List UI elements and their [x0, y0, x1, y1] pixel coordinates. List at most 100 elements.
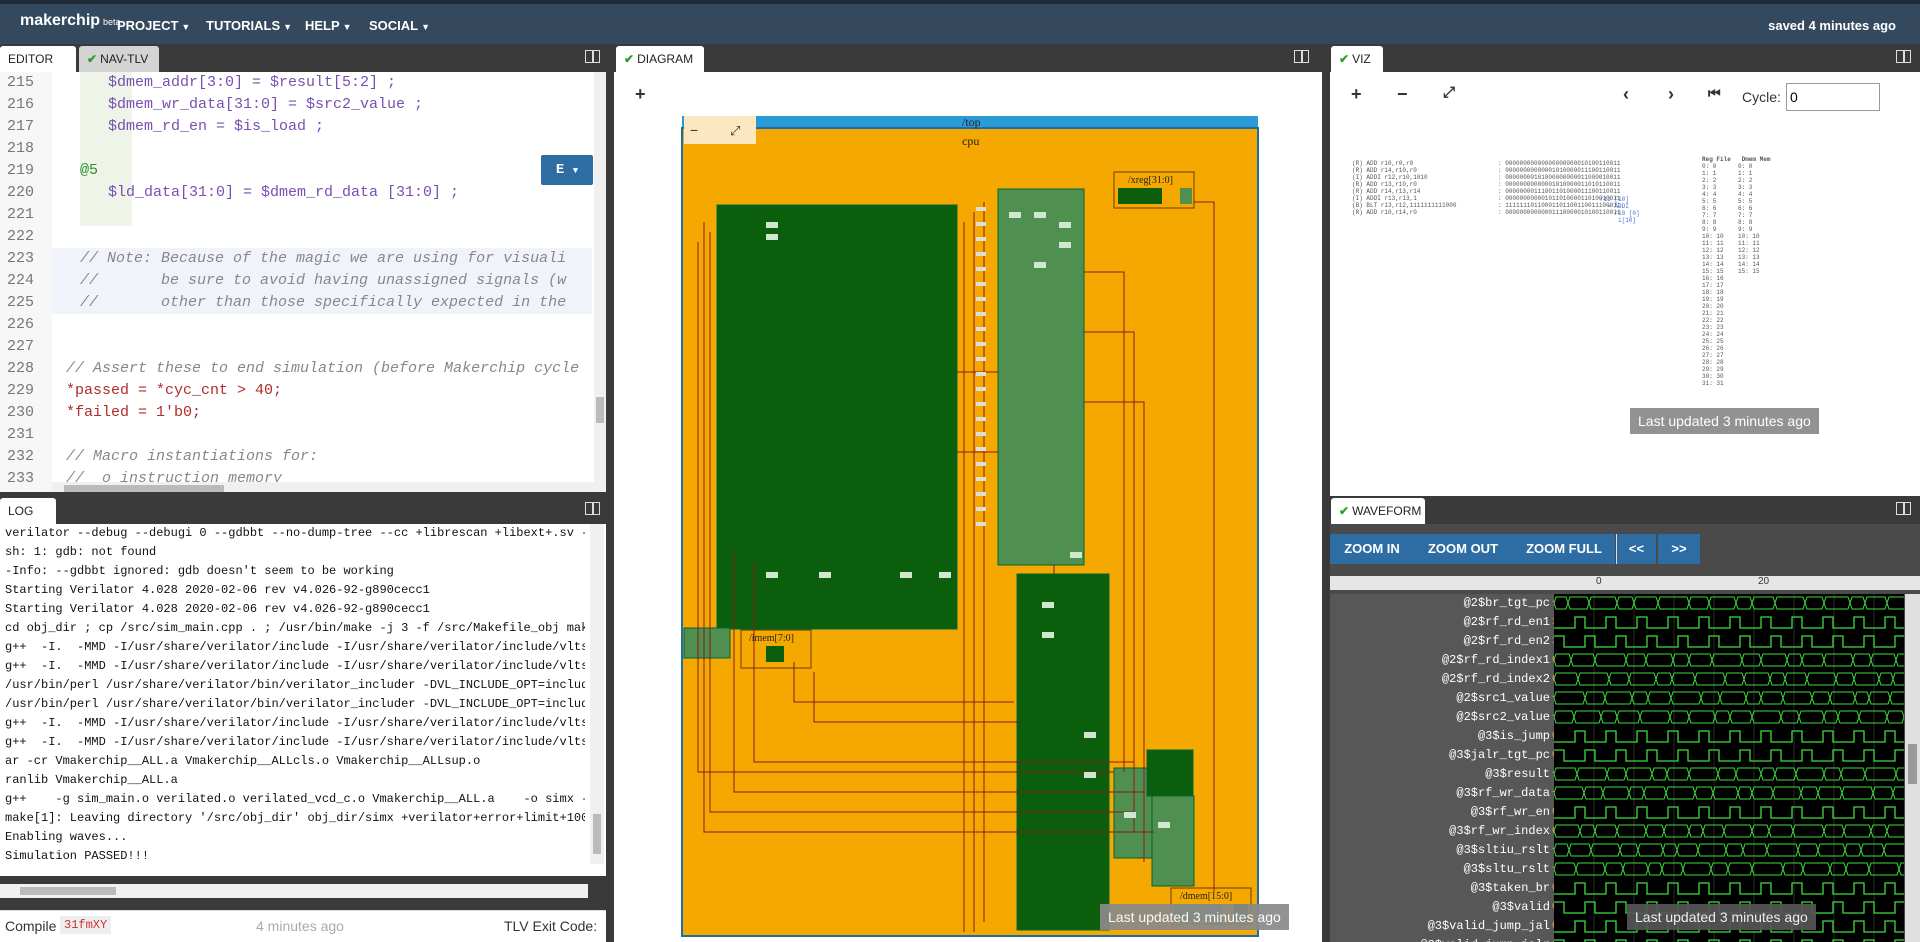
menu-help[interactable]: HELP ▼ [305, 18, 352, 33]
code-line[interactable]: 232 // Macro instantiations for: [0, 446, 590, 468]
signal-name[interactable]: @2$rf_rd_en2 [1330, 632, 1550, 651]
signal-name[interactable]: @2$src2_value [1330, 708, 1550, 727]
menu-tutorials[interactable]: TUTORIALS ▼ [206, 18, 292, 33]
log-output[interactable]: verilator --debug --debugi 0 --gdbbt --n… [0, 524, 606, 898]
log-horizontal-scrollbar[interactable] [0, 884, 588, 898]
first-cycle-icon[interactable]: ⏮ [1708, 85, 1721, 102]
waveform-viewer[interactable]: ZOOM IN ZOOM OUT ZOOM FULL << >> 0 20 @2… [1330, 524, 1920, 942]
code-line[interactable]: 216 $dmem_wr_data[31:0] = $src2_value ; [0, 94, 590, 116]
code-line[interactable]: 231 [0, 424, 590, 446]
signal-name[interactable]: @3$taken_br [1330, 879, 1550, 898]
code-line[interactable]: 217 $dmem_rd_en = $is_load ; [0, 116, 590, 138]
maximize-icon[interactable] [585, 502, 600, 515]
bit-trace [1554, 730, 1904, 743]
bus-trace [1554, 767, 1904, 781]
signal-name[interactable]: @3$jalr_tgt_pc [1330, 746, 1550, 765]
line-text: // Macro instantiations for: [66, 448, 319, 465]
log-vertical-scrollbar[interactable] [590, 524, 604, 864]
horizontal-scrollbar[interactable] [52, 482, 594, 492]
register-row: 9: 9 9: 9 [1702, 226, 1753, 233]
menu-social[interactable]: SOCIAL ▼ [369, 18, 430, 33]
tab-editor[interactable]: EDITOR [0, 46, 76, 72]
signal-name[interactable]: @3$rf_wr_index [1330, 822, 1550, 841]
signal-name[interactable]: @3$sltu_rslt [1330, 860, 1550, 879]
cycle-input[interactable]: 0 [1786, 83, 1880, 111]
compile-time: 4 minutes ago [256, 918, 344, 934]
prev-cycle-icon[interactable]: ‹ [1623, 84, 1629, 105]
zoom-in-button[interactable]: ZOOM IN [1332, 534, 1412, 564]
code-line[interactable]: 226 [0, 314, 590, 336]
signal-name[interactable]: @3$result [1330, 765, 1550, 784]
maximize-icon[interactable] [1896, 502, 1911, 515]
register-row: 25: 25 [1702, 338, 1739, 345]
makerchip-logo[interactable]: makerchip beta [20, 12, 121, 38]
signal-name[interactable]: @2$br_tgt_pc [1330, 594, 1550, 613]
signal-name[interactable]: @2$rf_rd_index2 [1330, 670, 1550, 689]
tab-log[interactable]: LOG [0, 498, 56, 524]
signal-name[interactable]: @3$sltiu_rslt [1330, 841, 1550, 860]
line-number: 217 [6, 118, 34, 135]
signal-name[interactable]: @3$valid_jump_jalr [1330, 936, 1550, 942]
signal-name[interactable]: @3$valid [1330, 898, 1550, 917]
tab-nav-tlv[interactable]: ✔ NAV-TLV [79, 46, 159, 72]
e-dropdown-button[interactable]: E ▼ [541, 155, 593, 185]
log-line: g++ -I. -MMD -I/usr/share/verilator/incl… [5, 640, 585, 654]
register-row: 5: 5 5: 5 [1702, 198, 1753, 205]
maximize-icon[interactable] [1896, 50, 1911, 63]
register-row: 21: 21 [1702, 310, 1739, 317]
code-line[interactable]: 222 [0, 226, 590, 248]
check-icon: ✔ [1339, 52, 1350, 66]
line-number: 221 [6, 206, 34, 223]
signal-name[interactable]: @2$src1_value [1330, 689, 1550, 708]
zoom-full-button[interactable]: ZOOM FULL [1516, 534, 1612, 564]
code-line[interactable]: 225 // other than those specifically expe… [0, 292, 590, 314]
zoom-in-icon[interactable]: + [1351, 84, 1362, 105]
maximize-icon[interactable] [1294, 50, 1309, 63]
compile-id[interactable]: 31fmXY [60, 916, 112, 934]
instruction-line: (R) ADD r14,r13,r14 [1352, 188, 1421, 195]
register-row: 26: 26 [1702, 345, 1739, 352]
log-line: /usr/bin/perl /usr/share/verilator/bin/v… [5, 678, 585, 692]
tab-waveform[interactable]: ✔ WAVEFORM [1331, 498, 1425, 524]
bit-trace [1554, 749, 1904, 762]
signal-name[interactable]: @3$is_jump [1330, 727, 1550, 746]
log-line: g++ -I. -MMD -I/usr/share/verilator/incl… [5, 716, 585, 730]
zoom-out-icon[interactable]: − [1397, 84, 1408, 105]
code-line[interactable]: 219 @5 [0, 160, 590, 182]
code-line[interactable]: 221 [0, 204, 590, 226]
code-line[interactable]: 224 // be sure to avoid having unassigned… [0, 270, 590, 292]
prev-button[interactable]: << [1616, 534, 1656, 564]
log-line: g++ -I. -MMD -I/usr/share/verilator/incl… [5, 659, 585, 673]
tab-diagram[interactable]: ✔ DIAGRAM [616, 46, 704, 72]
log-line: Enabling waves... [5, 830, 128, 844]
waveform-scrollbar[interactable] [1905, 594, 1920, 942]
next-cycle-icon[interactable]: › [1668, 84, 1674, 105]
vertical-scrollbar[interactable] [594, 72, 606, 492]
code-line[interactable]: 228 // Assert these to end simulation (be… [0, 358, 590, 380]
fit-icon[interactable]: ⤢ [1443, 84, 1455, 101]
xreg-label: /xreg[31:0] [1128, 175, 1173, 186]
zoom-out-button[interactable]: ZOOM OUT [1416, 534, 1510, 564]
instruction-line: (R) ADD r10,r0,r0 [1352, 160, 1414, 167]
code-line[interactable]: 227 [0, 336, 590, 358]
log-line: make[1]: Leaving directory '/src/obj_dir… [5, 811, 585, 825]
next-button[interactable]: >> [1658, 534, 1700, 564]
signal-name[interactable]: @3$rf_wr_en [1330, 803, 1550, 822]
caret-down-icon: ▼ [181, 22, 191, 32]
code-line[interactable]: 215 $dmem_addr[3:0] = $result[5:2] ; [0, 72, 590, 94]
signal-name[interactable]: @3$valid_jump_jal [1330, 917, 1550, 936]
maximize-icon[interactable] [585, 50, 600, 63]
signal-name[interactable]: @3$rf_wr_data [1330, 784, 1550, 803]
menu-project[interactable]: PROJECT ▼ [117, 18, 190, 33]
tab-viz[interactable]: ✔ VIZ [1331, 46, 1383, 72]
code-line[interactable]: 223 // Note: Because of the magic we are … [0, 248, 590, 270]
code-line[interactable]: 230 *failed = 1'b0; [0, 402, 590, 424]
signal-name[interactable]: @2$rf_rd_en1 [1330, 613, 1550, 632]
code-line[interactable]: 229 *passed = *cyc_cnt > 40; [0, 380, 590, 402]
viz-canvas[interactable]: + − ⤢ ‹ › ⏮ Cycle: 0 (R) ADD r10,r0,r0 (R… [1330, 72, 1920, 496]
code-line[interactable]: 218 [0, 138, 590, 160]
signal-name[interactable]: @2$rf_rd_index1 [1330, 651, 1550, 670]
code-line[interactable]: 220 $ld_data[31:0] = $dmem_rd_data [31:0]… [0, 182, 590, 204]
code-editor[interactable]: 215 $dmem_addr[3:0] = $result[5:2] ; 216 $d… [0, 72, 606, 492]
diagram-canvas[interactable]: + − ⤢ /top cpu /xreg[31:0] /imem[7:0] /d… [614, 72, 1322, 942]
